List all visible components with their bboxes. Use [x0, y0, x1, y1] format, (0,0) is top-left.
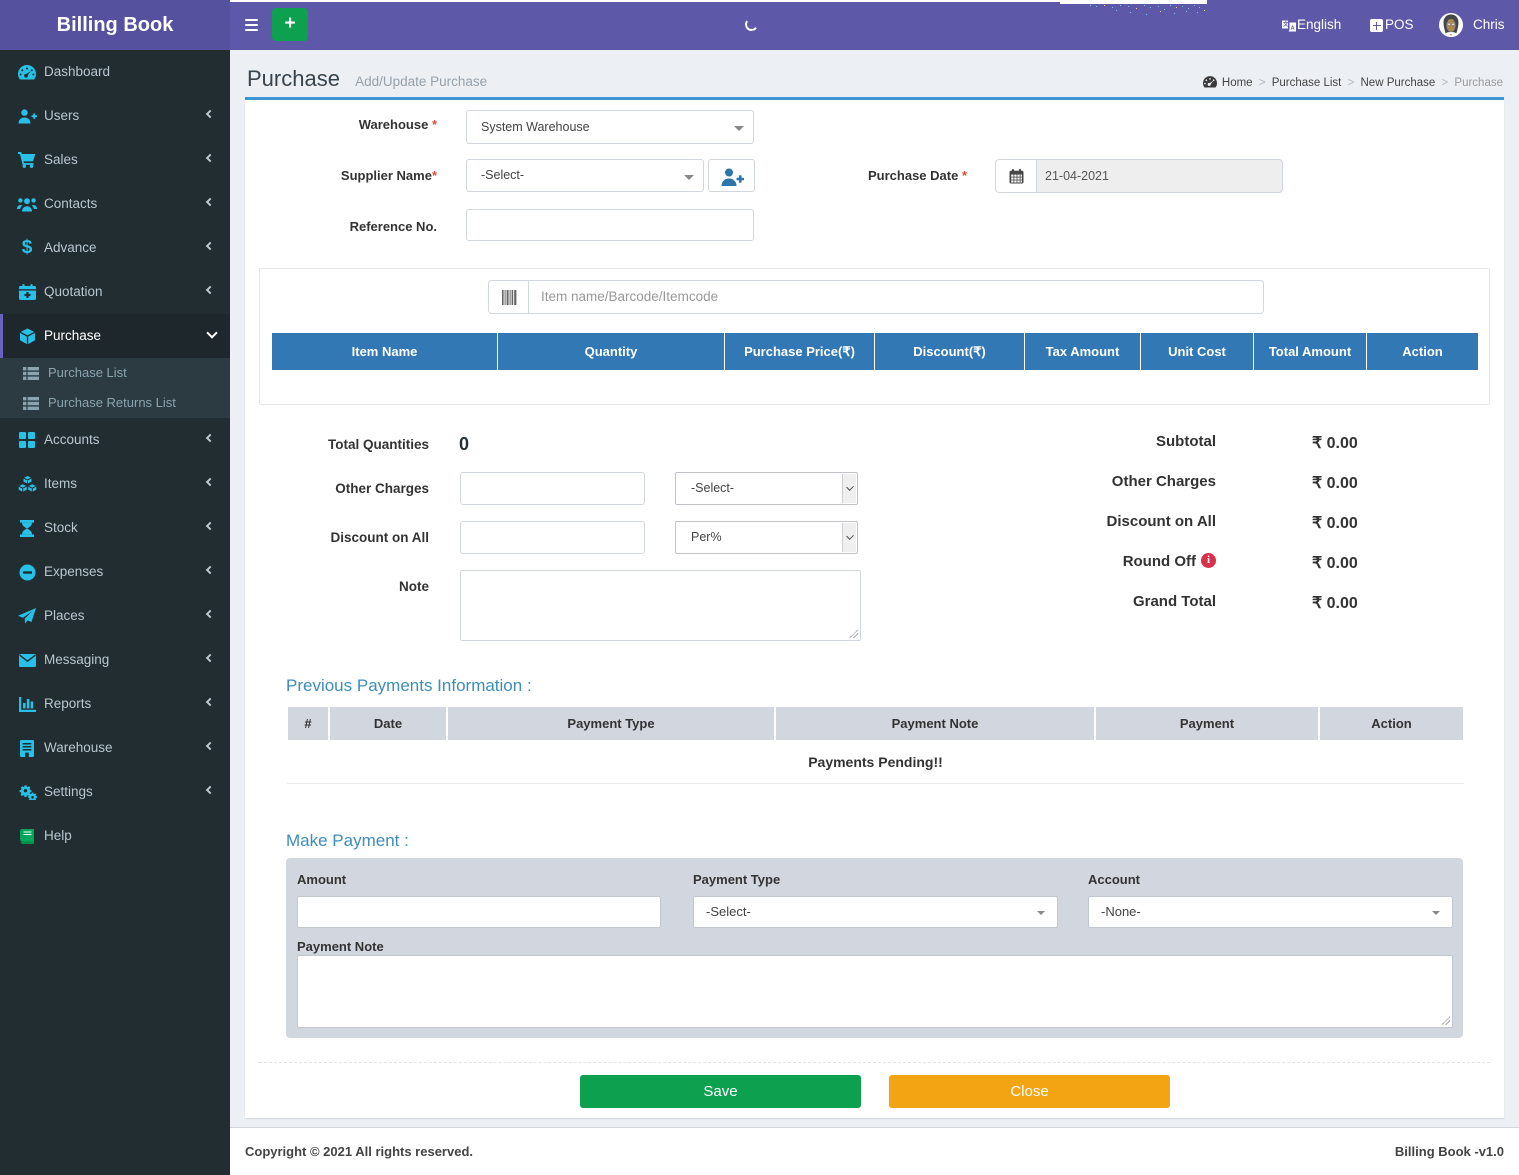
- svg-text:A: A: [1291, 26, 1295, 32]
- svg-text:文: 文: [1283, 20, 1289, 28]
